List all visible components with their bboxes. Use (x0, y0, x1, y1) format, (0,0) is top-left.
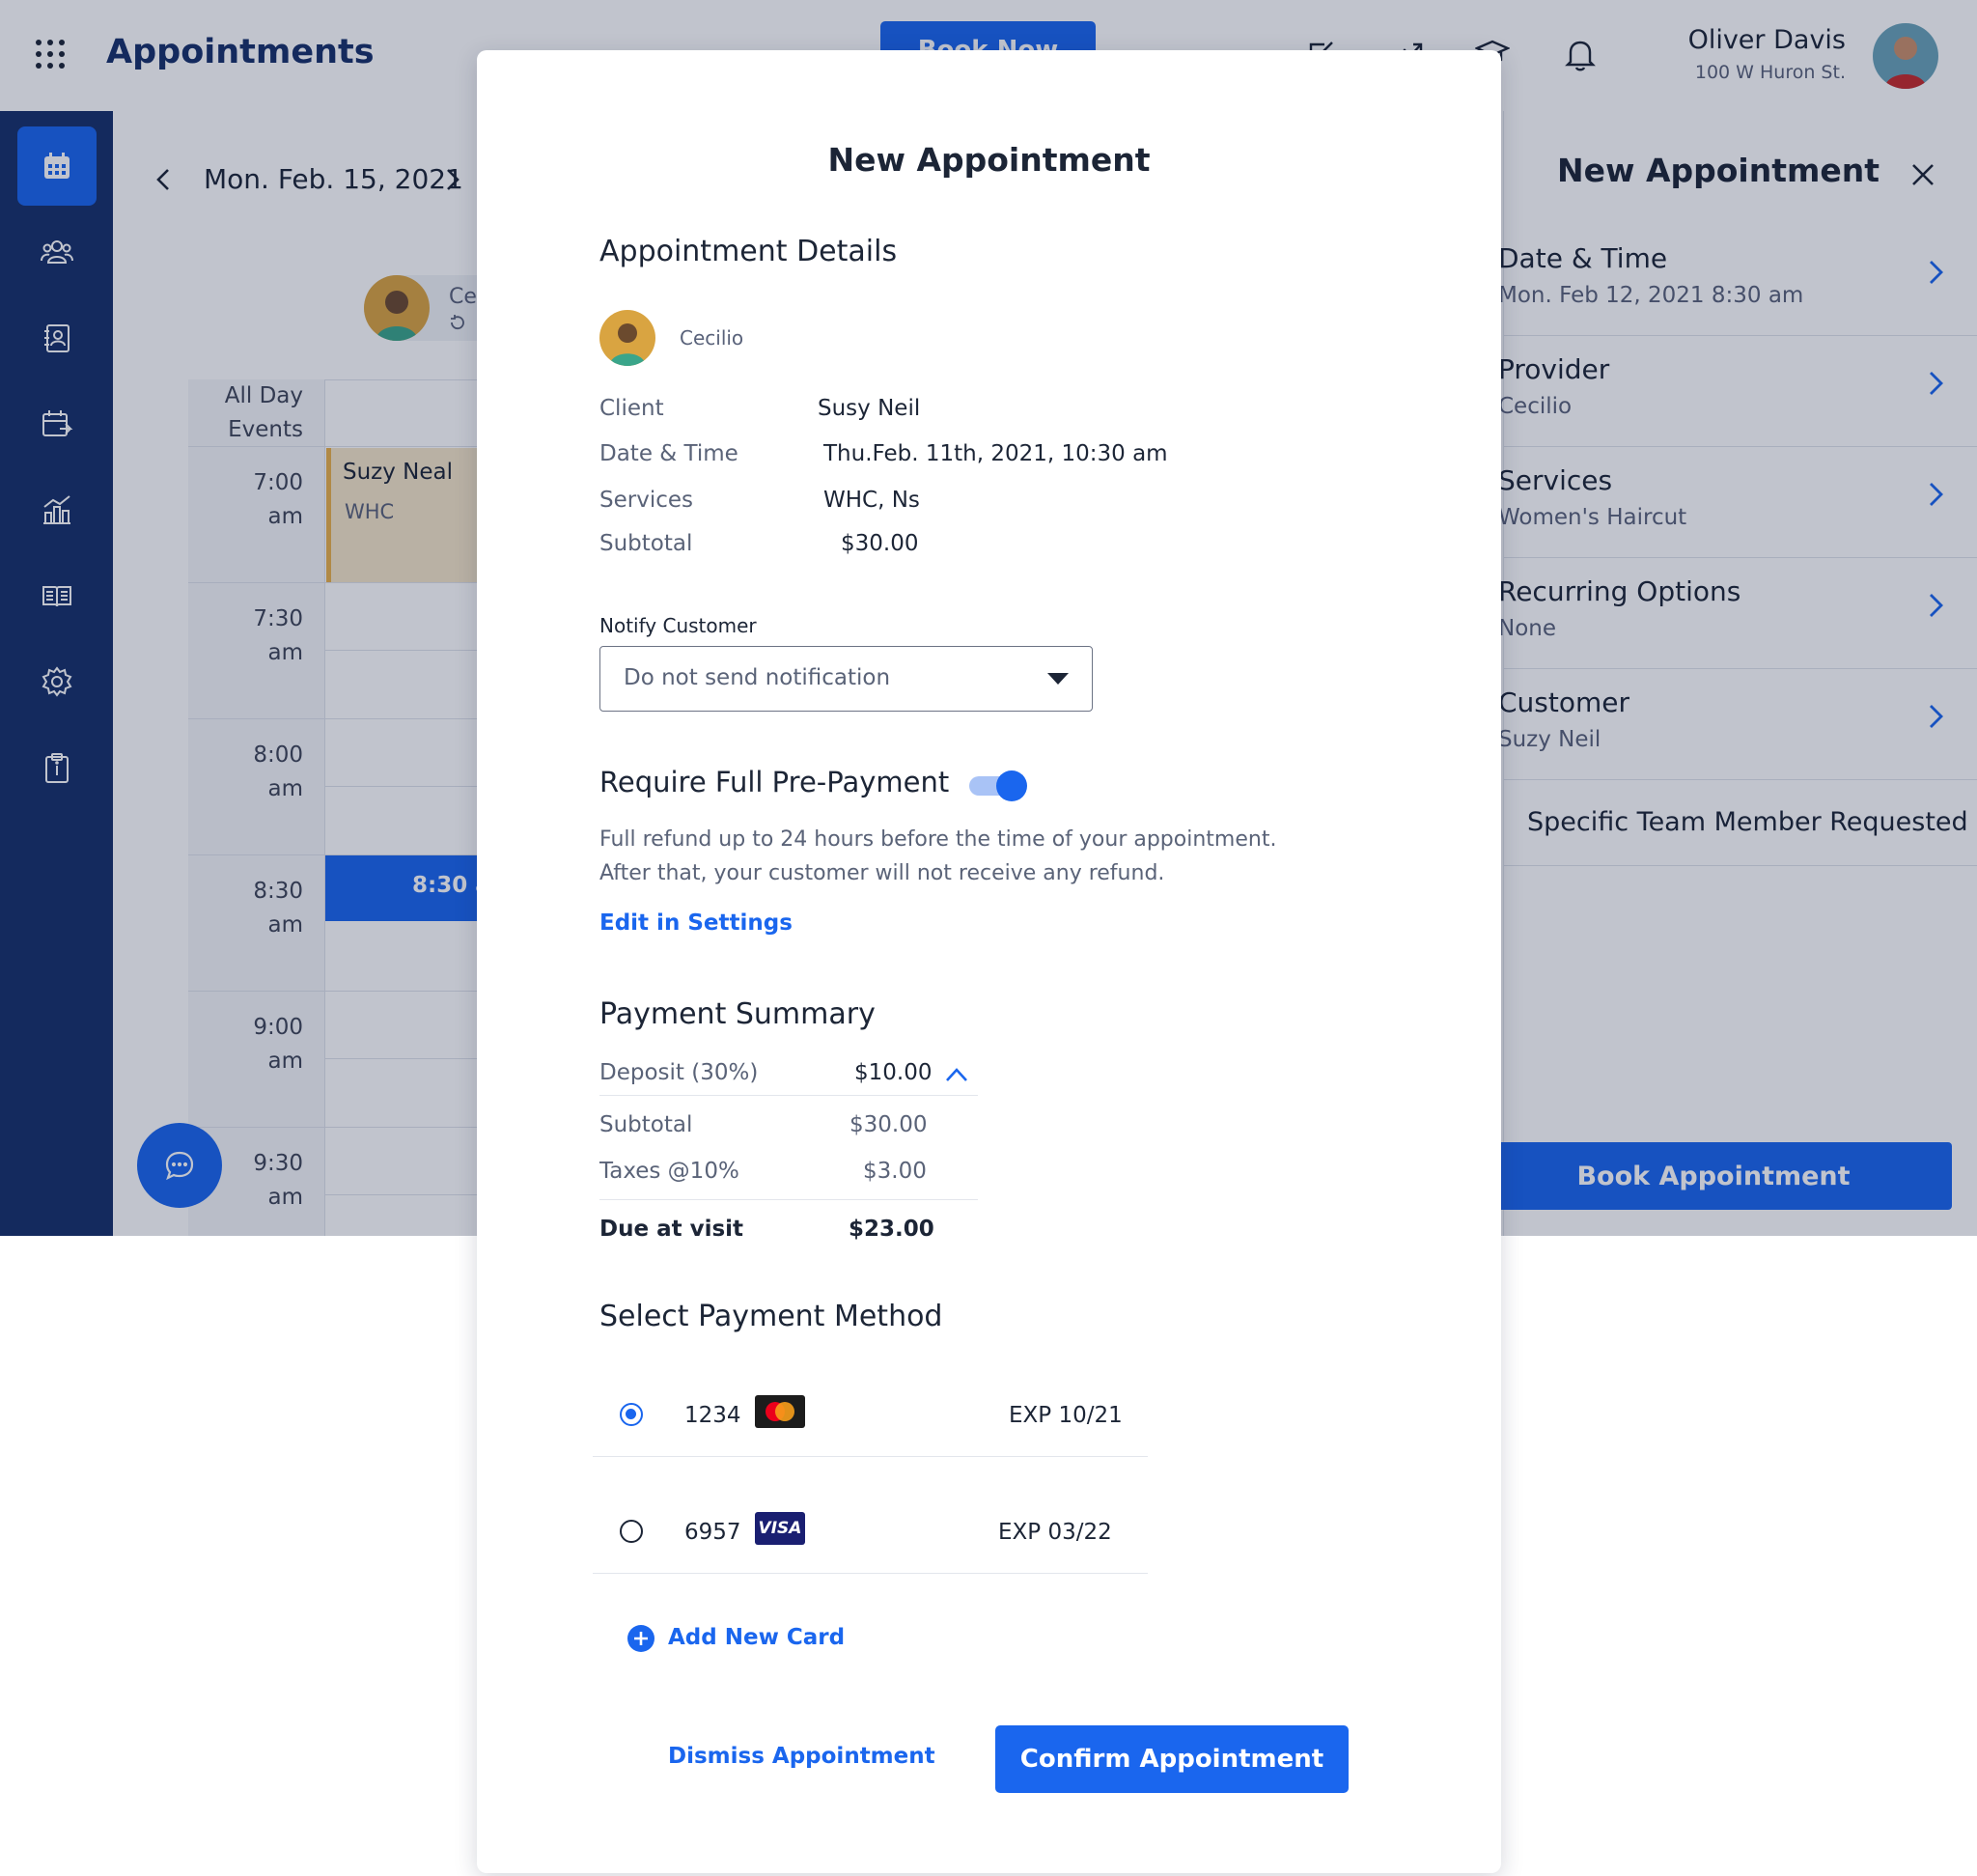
chevron-up-icon[interactable] (944, 1066, 969, 1083)
card-expiry: EXP 03/22 (998, 1520, 1112, 1545)
modal-title: New Appointment (827, 141, 1151, 179)
divider (593, 1456, 1148, 1457)
provider-name: Cecilio (680, 326, 744, 350)
subtotal-value: $30.00 (849, 1112, 928, 1137)
confirm-appointment-label: Confirm Appointment (1019, 1745, 1324, 1774)
payment-method-heading: Select Payment Method (599, 1300, 943, 1333)
card-last4: 6957 (684, 1520, 741, 1545)
detail-value: $30.00 (841, 531, 919, 556)
add-new-card-label: Add New Card (668, 1625, 846, 1650)
taxes-label: Taxes @10% (599, 1159, 739, 1184)
detail-label: Services (599, 488, 693, 513)
mastercard-icon (755, 1395, 805, 1428)
confirm-appointment-button[interactable]: Confirm Appointment (995, 1725, 1349, 1793)
payment-card-row[interactable]: 1234 EXP 10/21 (593, 1376, 1148, 1453)
prepay-label: Require Full Pre-Payment (599, 766, 950, 798)
detail-value: Thu.Feb. 11th, 2021, 10:30 am (823, 441, 1168, 466)
detail-label: Subtotal (599, 531, 693, 556)
subtotal-label: Subtotal (599, 1112, 693, 1137)
edit-in-settings-link[interactable]: Edit in Settings (599, 910, 793, 936)
card-radio-unselected[interactable] (620, 1520, 643, 1543)
card-expiry: EXP 10/21 (1009, 1403, 1123, 1428)
provider-avatar (599, 310, 655, 366)
payment-card-row[interactable]: 6957 VISA EXP 03/22 (593, 1493, 1148, 1570)
taxes-value: $3.00 (863, 1159, 927, 1184)
notify-select[interactable]: Do not send notification (599, 646, 1093, 712)
notify-label: Notify Customer (599, 614, 757, 637)
detail-label: Client (599, 396, 664, 421)
divider (593, 1573, 1148, 1574)
payment-summary-heading: Payment Summary (599, 997, 876, 1031)
caret-down-icon (1047, 673, 1069, 685)
due-at-visit-label: Due at visit (599, 1217, 744, 1242)
new-appointment-modal: New Appointment Appointment Details Ceci… (477, 50, 1501, 1873)
divider (599, 1095, 978, 1096)
divider (599, 1199, 978, 1200)
card-radio-selected[interactable] (620, 1403, 643, 1426)
deposit-label: Deposit (30%) (599, 1060, 759, 1085)
deposit-value: $10.00 (854, 1060, 933, 1085)
visa-icon: VISA (755, 1512, 805, 1545)
visa-text: VISA (758, 1519, 802, 1538)
detail-value: WHC, Ns (823, 488, 920, 513)
card-last4: 1234 (684, 1403, 741, 1428)
detail-label: Date & Time (599, 441, 738, 466)
dismiss-appointment-button[interactable]: Dismiss Appointment (668, 1744, 935, 1769)
refund-policy-line-2: After that, your customer will not recei… (599, 861, 1165, 885)
notify-select-value: Do not send notification (624, 665, 891, 690)
prepay-toggle[interactable] (967, 769, 1027, 803)
detail-value: Susy Neil (818, 396, 921, 421)
due-at-visit-value: $23.00 (849, 1217, 934, 1242)
refund-policy-line-1: Full refund up to 24 hours before the ti… (599, 827, 1277, 852)
plus-circle-icon (627, 1625, 654, 1652)
details-heading: Appointment Details (599, 235, 898, 268)
